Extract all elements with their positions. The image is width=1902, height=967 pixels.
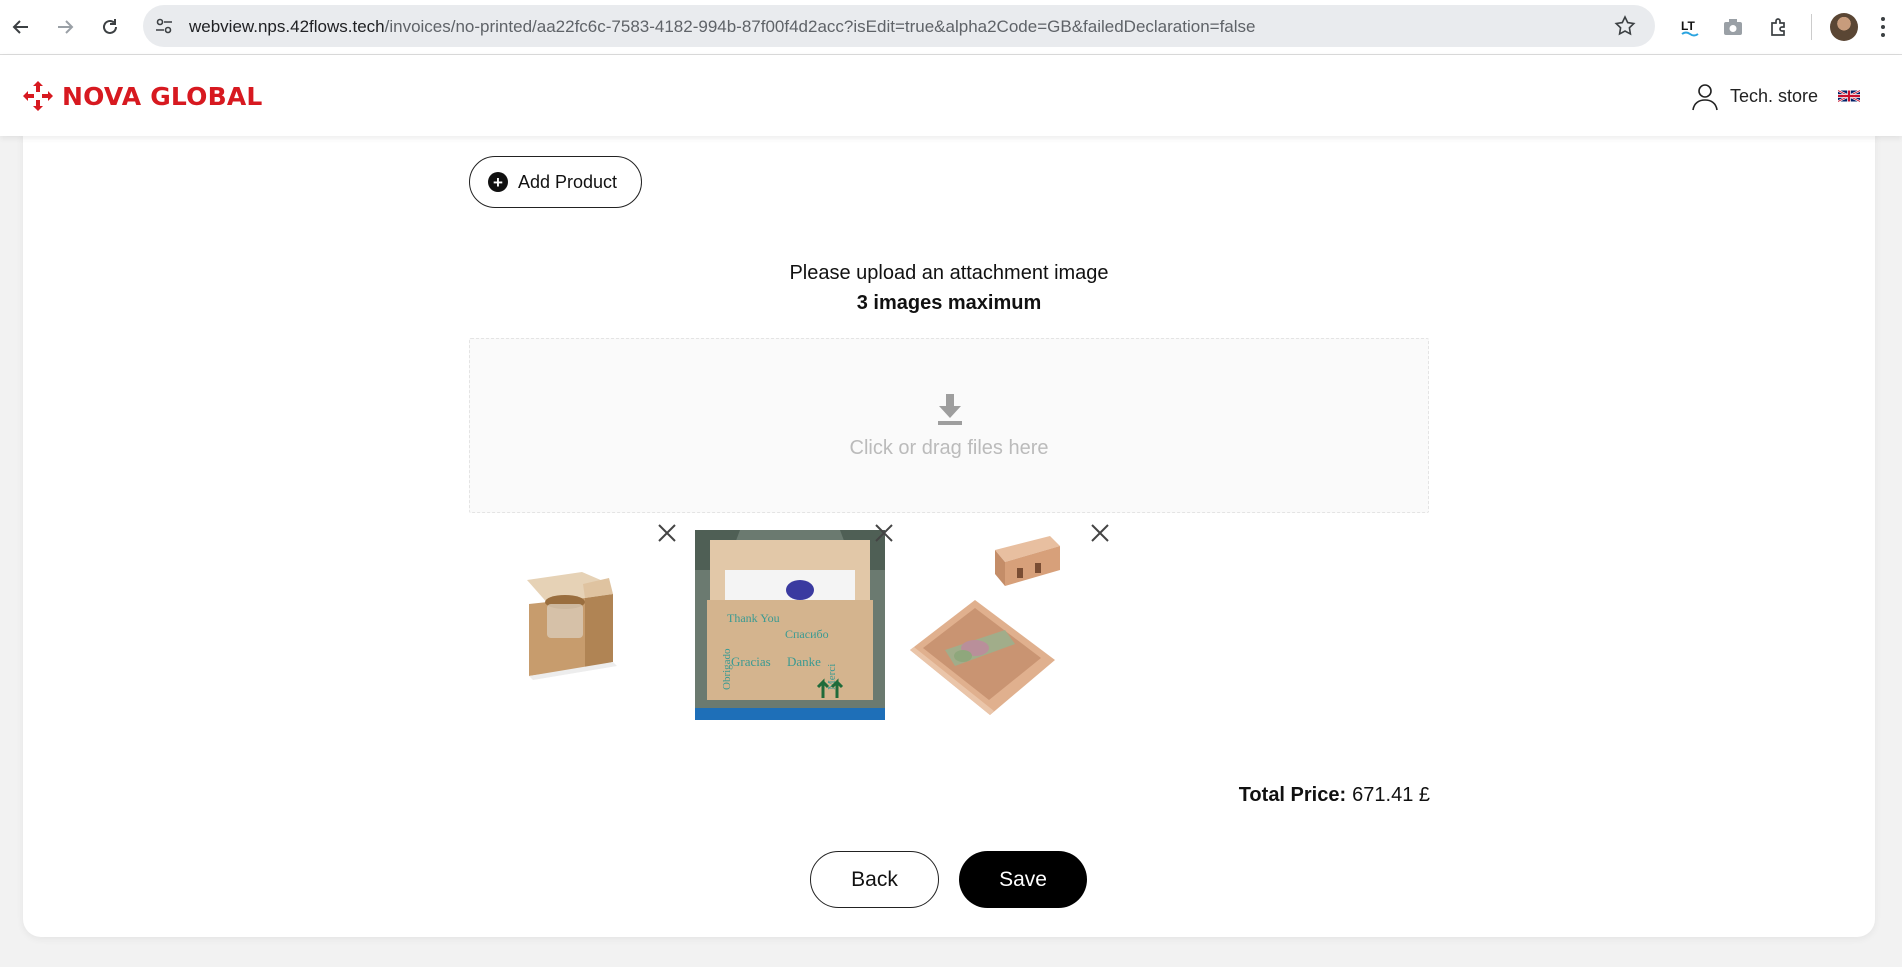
camera-icon[interactable] [1720,14,1746,40]
url-text: webview.nps.42flows.tech/invoices/no-pri… [189,17,1256,37]
nova-logo-icon [23,81,53,111]
profile-avatar[interactable] [1830,13,1858,41]
plus-circle-icon: + [488,172,508,192]
logo[interactable]: NOVA GLOBAL [22,80,263,112]
address-bar[interactable]: webview.nps.42flows.tech/invoices/no-pri… [143,5,1655,47]
url-path: /invoices/no-printed/aa22fc6c-7583-4182-… [384,17,1256,36]
upload-limit: 3 images maximum [856,292,1042,314]
user-icon [1692,84,1718,111]
logo-text: NOVA GLOBAL [62,81,263,111]
box-text-danke: Danke [787,654,821,669]
attachment-thumbnail-2[interactable]: Thank You Спасибо Gracias Danke Obrigado… [695,530,887,722]
url-host: webview.nps.42flows.tech [189,17,385,36]
remove-attachment-3-icon[interactable] [1089,522,1111,544]
browser-toolbar: webview.nps.42flows.tech/invoices/no-pri… [0,0,1902,55]
total-price-label: Total Price: [1238,784,1347,806]
download-icon [938,394,962,425]
forward-arrow-icon[interactable] [52,14,78,40]
back-arrow-icon[interactable] [8,14,34,40]
box-text-spasibo: Спасибо [785,627,829,641]
user-menu[interactable]: Tech. store [1690,81,1861,111]
svg-text:LT: LT [1681,19,1695,33]
store-name: Tech. store [1730,85,1819,106]
extensions-puzzle-icon[interactable] [1766,14,1792,40]
upload-title: Please upload an attachment image [789,262,1109,284]
dropzone-text: Click or drag files here [849,437,1049,459]
save-button[interactable]: Save [959,851,1087,908]
remove-attachment-2-icon[interactable] [873,522,895,544]
reload-icon[interactable] [97,14,123,40]
total-price: Total Price: 671.41 £ [1110,784,1430,807]
add-product-label: Add Product [518,171,618,192]
total-price-value: 671.41 £ [1352,784,1430,806]
languagetool-icon[interactable]: LT [1677,14,1703,40]
more-menu-icon[interactable] [1873,14,1893,40]
back-button[interactable]: Back [810,851,939,908]
app-header: NOVA GLOBAL Tech. store [0,55,1902,136]
site-settings-icon[interactable] [153,15,175,37]
uk-flag-icon[interactable] [1838,89,1861,103]
box-text-gracias: Gracias [731,654,771,669]
attachment-thumbnail-1[interactable] [487,530,679,722]
attachment-thumbnail-3[interactable] [905,530,1097,722]
box-text-obrigado: Obrigado [721,648,733,690]
file-dropzone[interactable]: Click or drag files here [469,338,1429,513]
box-text-thank-you: Thank You [727,611,780,625]
remove-attachment-1-icon[interactable] [656,522,678,544]
bookmark-star-icon[interactable] [1613,14,1637,38]
add-product-button[interactable]: + Add Product [469,156,642,208]
toolbar-divider [1811,14,1812,40]
